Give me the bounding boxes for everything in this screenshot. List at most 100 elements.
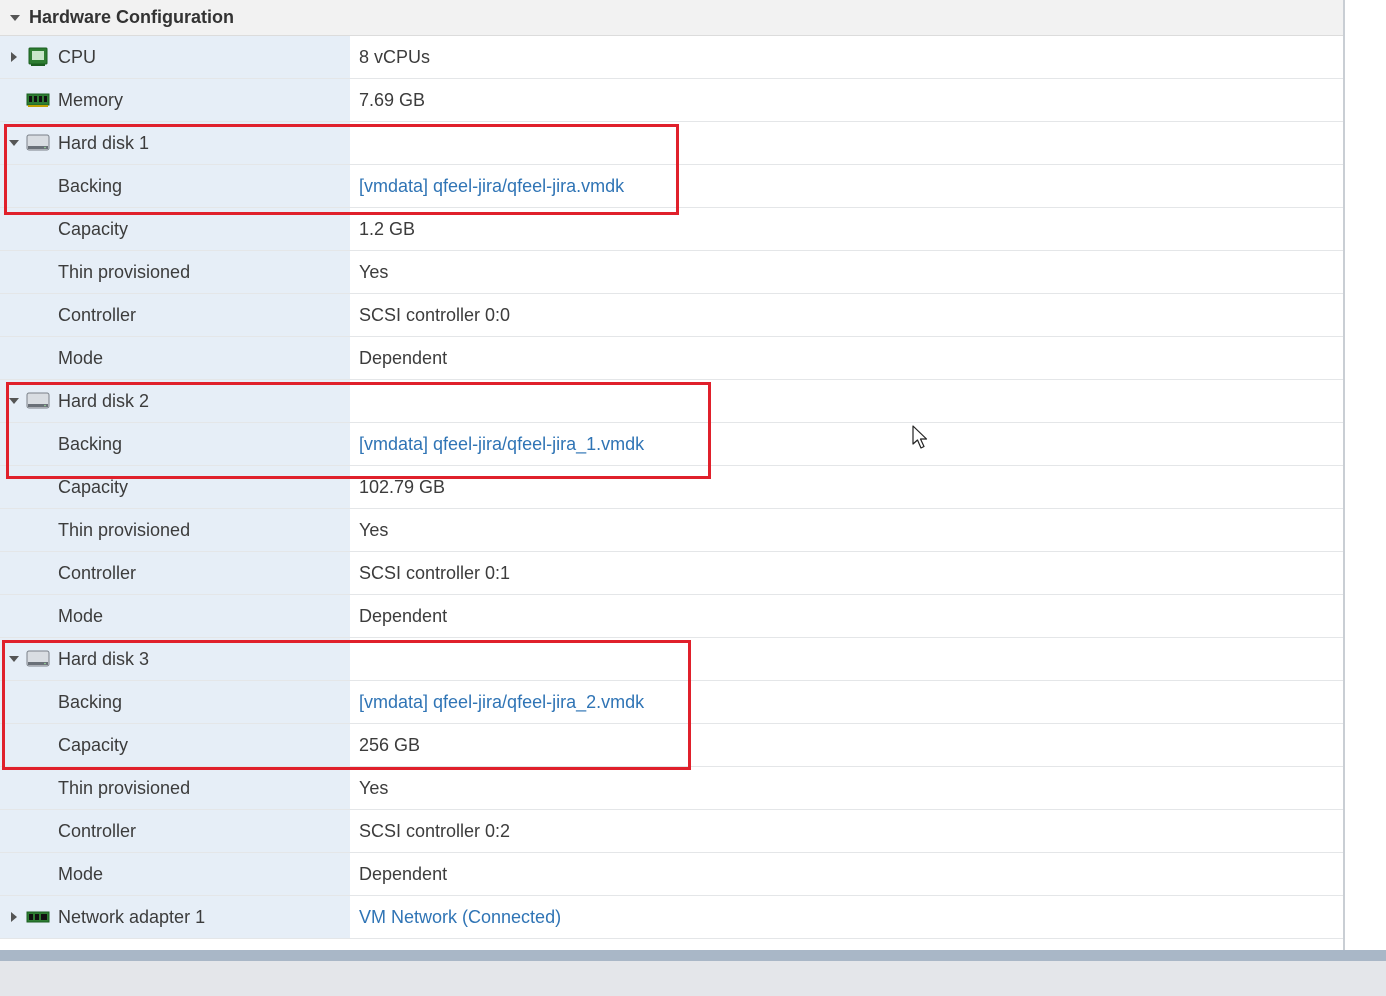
table-row[interactable]: Hard disk 2 xyxy=(0,380,1343,423)
row-value: 1.2 GB xyxy=(359,218,416,239)
row-value: Dependent xyxy=(359,347,448,368)
row-label-cell: Hard disk 1 xyxy=(0,122,350,164)
row-value-link[interactable]: VM Network (Connected) xyxy=(350,896,1343,938)
caret-shape xyxy=(11,52,17,62)
table-row[interactable]: Capacity 256 GB xyxy=(0,724,1343,767)
table-row[interactable]: Thin provisioned Yes xyxy=(0,767,1343,810)
section-header[interactable]: Hardware Configuration xyxy=(0,0,1343,36)
cpu-icon xyxy=(26,46,50,68)
collapse-caret-icon[interactable] xyxy=(9,380,19,422)
row-value-link[interactable]: [vmdata] qfeel-jira/qfeel-jira.vmdk xyxy=(350,165,1343,207)
row-label-hard-disk-3: Hard disk 3 xyxy=(58,648,150,669)
row-value: 256 GB xyxy=(359,734,421,755)
table-row[interactable]: Controller SCSI controller 0:0 xyxy=(0,294,1343,337)
collapse-caret-icon[interactable] xyxy=(10,14,20,21)
row-label-cell: Hard disk 2 xyxy=(0,380,350,422)
collapse-caret-icon[interactable] xyxy=(9,122,19,164)
row-label-cell: Network adapter 1 xyxy=(0,896,350,938)
row-label-capacity: Capacity xyxy=(58,218,129,239)
row-label-cell: Controller xyxy=(0,552,350,594)
table-row[interactable]: CPU 8 vCPUs xyxy=(0,36,1343,79)
table-row[interactable]: Hard disk 1 xyxy=(0,122,1343,165)
mouse-cursor-icon xyxy=(912,425,928,449)
row-value-link[interactable]: [vmdata] qfeel-jira/qfeel-jira_1.vmdk xyxy=(350,423,1343,465)
row-label-memory: Memory xyxy=(58,89,124,110)
row-value: 102.79 GB xyxy=(359,476,446,497)
table-row[interactable]: Thin provisioned Yes xyxy=(0,251,1343,294)
table-row[interactable]: Backing [vmdata] qfeel-jira/qfeel-jira.vm… xyxy=(0,165,1343,208)
row-value xyxy=(350,380,1343,422)
row-label-cell: Backing xyxy=(0,681,350,723)
hard-disk-icon xyxy=(26,132,50,154)
row-label-thin-provisioned: Thin provisioned xyxy=(58,261,191,282)
row-value: Dependent xyxy=(359,605,448,626)
row-value xyxy=(350,638,1343,680)
row-label-controller: Controller xyxy=(58,820,137,841)
row-label-cell: Backing xyxy=(0,423,350,465)
row-label-mode: Mode xyxy=(58,863,104,884)
table-row[interactable]: Network adapter 1 VM Network (Connected) xyxy=(0,896,1343,939)
row-label-cell: Hard disk 3 xyxy=(0,638,350,680)
row-value: Yes xyxy=(359,519,389,540)
row-value: Dependent xyxy=(359,863,448,884)
row-value xyxy=(350,122,1343,164)
expand-caret-icon[interactable] xyxy=(9,36,19,78)
expand-caret-icon[interactable] xyxy=(9,896,19,938)
network-adapter-icon xyxy=(26,906,50,928)
table-row[interactable]: Controller SCSI controller 0:1 xyxy=(0,552,1343,595)
row-label-cell: Capacity xyxy=(0,208,350,250)
table-row[interactable]: Hard disk 3 xyxy=(0,638,1343,681)
table-row[interactable]: Capacity 1.2 GB xyxy=(0,208,1343,251)
hard-disk-icon xyxy=(26,648,50,670)
row-label-capacity: Capacity xyxy=(58,476,129,497)
row-label-hard-disk-1: Hard disk 1 xyxy=(58,132,150,153)
row-label-controller: Controller xyxy=(58,562,137,583)
row-value: SCSI controller 0:1 xyxy=(359,562,511,583)
table-row[interactable]: Controller SCSI controller 0:2 xyxy=(0,810,1343,853)
row-label-cell: Thin provisioned xyxy=(0,767,350,809)
table-row[interactable]: Capacity 102.79 GB xyxy=(0,466,1343,509)
table-row[interactable]: Mode Dependent xyxy=(0,595,1343,638)
memory-icon xyxy=(26,89,50,111)
table-row[interactable]: Backing [vmdata] qfeel-jira/qfeel-jira_1.… xyxy=(0,423,1343,466)
hardware-configuration-panel: Hardware Configuration CPU 8 vCPUs Memory 7… xyxy=(0,0,1345,950)
row-label-capacity: Capacity xyxy=(58,734,129,755)
section-title: Hardware Configuration xyxy=(29,7,235,27)
row-label-hard-disk-2: Hard disk 2 xyxy=(58,390,150,411)
table-row[interactable]: Thin provisioned Yes xyxy=(0,509,1343,552)
caret-shape xyxy=(11,912,17,922)
row-label-mode: Mode xyxy=(58,605,104,626)
row-label-cpu: CPU xyxy=(58,46,97,67)
row-label-backing: Backing xyxy=(58,433,123,454)
collapse-caret-icon[interactable] xyxy=(9,638,19,680)
hard-disk-icon xyxy=(26,390,50,412)
row-value: SCSI controller 0:2 xyxy=(359,820,511,841)
table-row[interactable]: Backing [vmdata] qfeel-jira/qfeel-jira_2.… xyxy=(0,681,1343,724)
caret-shape xyxy=(9,398,19,404)
row-label-cell: Mode xyxy=(0,853,350,895)
hardware-table: CPU 8 vCPUs Memory 7.69 GB Hard disk 1 Backin… xyxy=(0,36,1343,939)
row-value: Yes xyxy=(359,261,389,282)
bottom-bar xyxy=(0,950,1386,996)
table-row[interactable]: Mode Dependent xyxy=(0,853,1343,896)
row-value: 8 vCPUs xyxy=(359,46,431,67)
row-value: SCSI controller 0:0 xyxy=(359,304,511,325)
row-label-cell: Mode xyxy=(0,337,350,379)
row-label-thin-provisioned: Thin provisioned xyxy=(58,777,191,798)
row-label-backing: Backing xyxy=(58,691,123,712)
row-label-cell: CPU xyxy=(0,36,350,78)
row-label-cell: Controller xyxy=(0,294,350,336)
row-value: Yes xyxy=(359,777,389,798)
caret-shape xyxy=(9,140,19,146)
row-value-link[interactable]: [vmdata] qfeel-jira/qfeel-jira_2.vmdk xyxy=(350,681,1343,723)
row-label-backing: Backing xyxy=(58,175,123,196)
row-label-cell: Controller xyxy=(0,810,350,852)
row-label-cell: Memory xyxy=(0,79,350,121)
row-label-cell: Capacity xyxy=(0,466,350,508)
row-label-cell: Backing xyxy=(0,165,350,207)
row-label-thin-provisioned: Thin provisioned xyxy=(58,519,191,540)
row-value: 7.69 GB xyxy=(359,89,426,110)
table-row[interactable]: Mode Dependent xyxy=(0,337,1343,380)
row-label-mode: Mode xyxy=(58,347,104,368)
table-row[interactable]: Memory 7.69 GB xyxy=(0,79,1343,122)
